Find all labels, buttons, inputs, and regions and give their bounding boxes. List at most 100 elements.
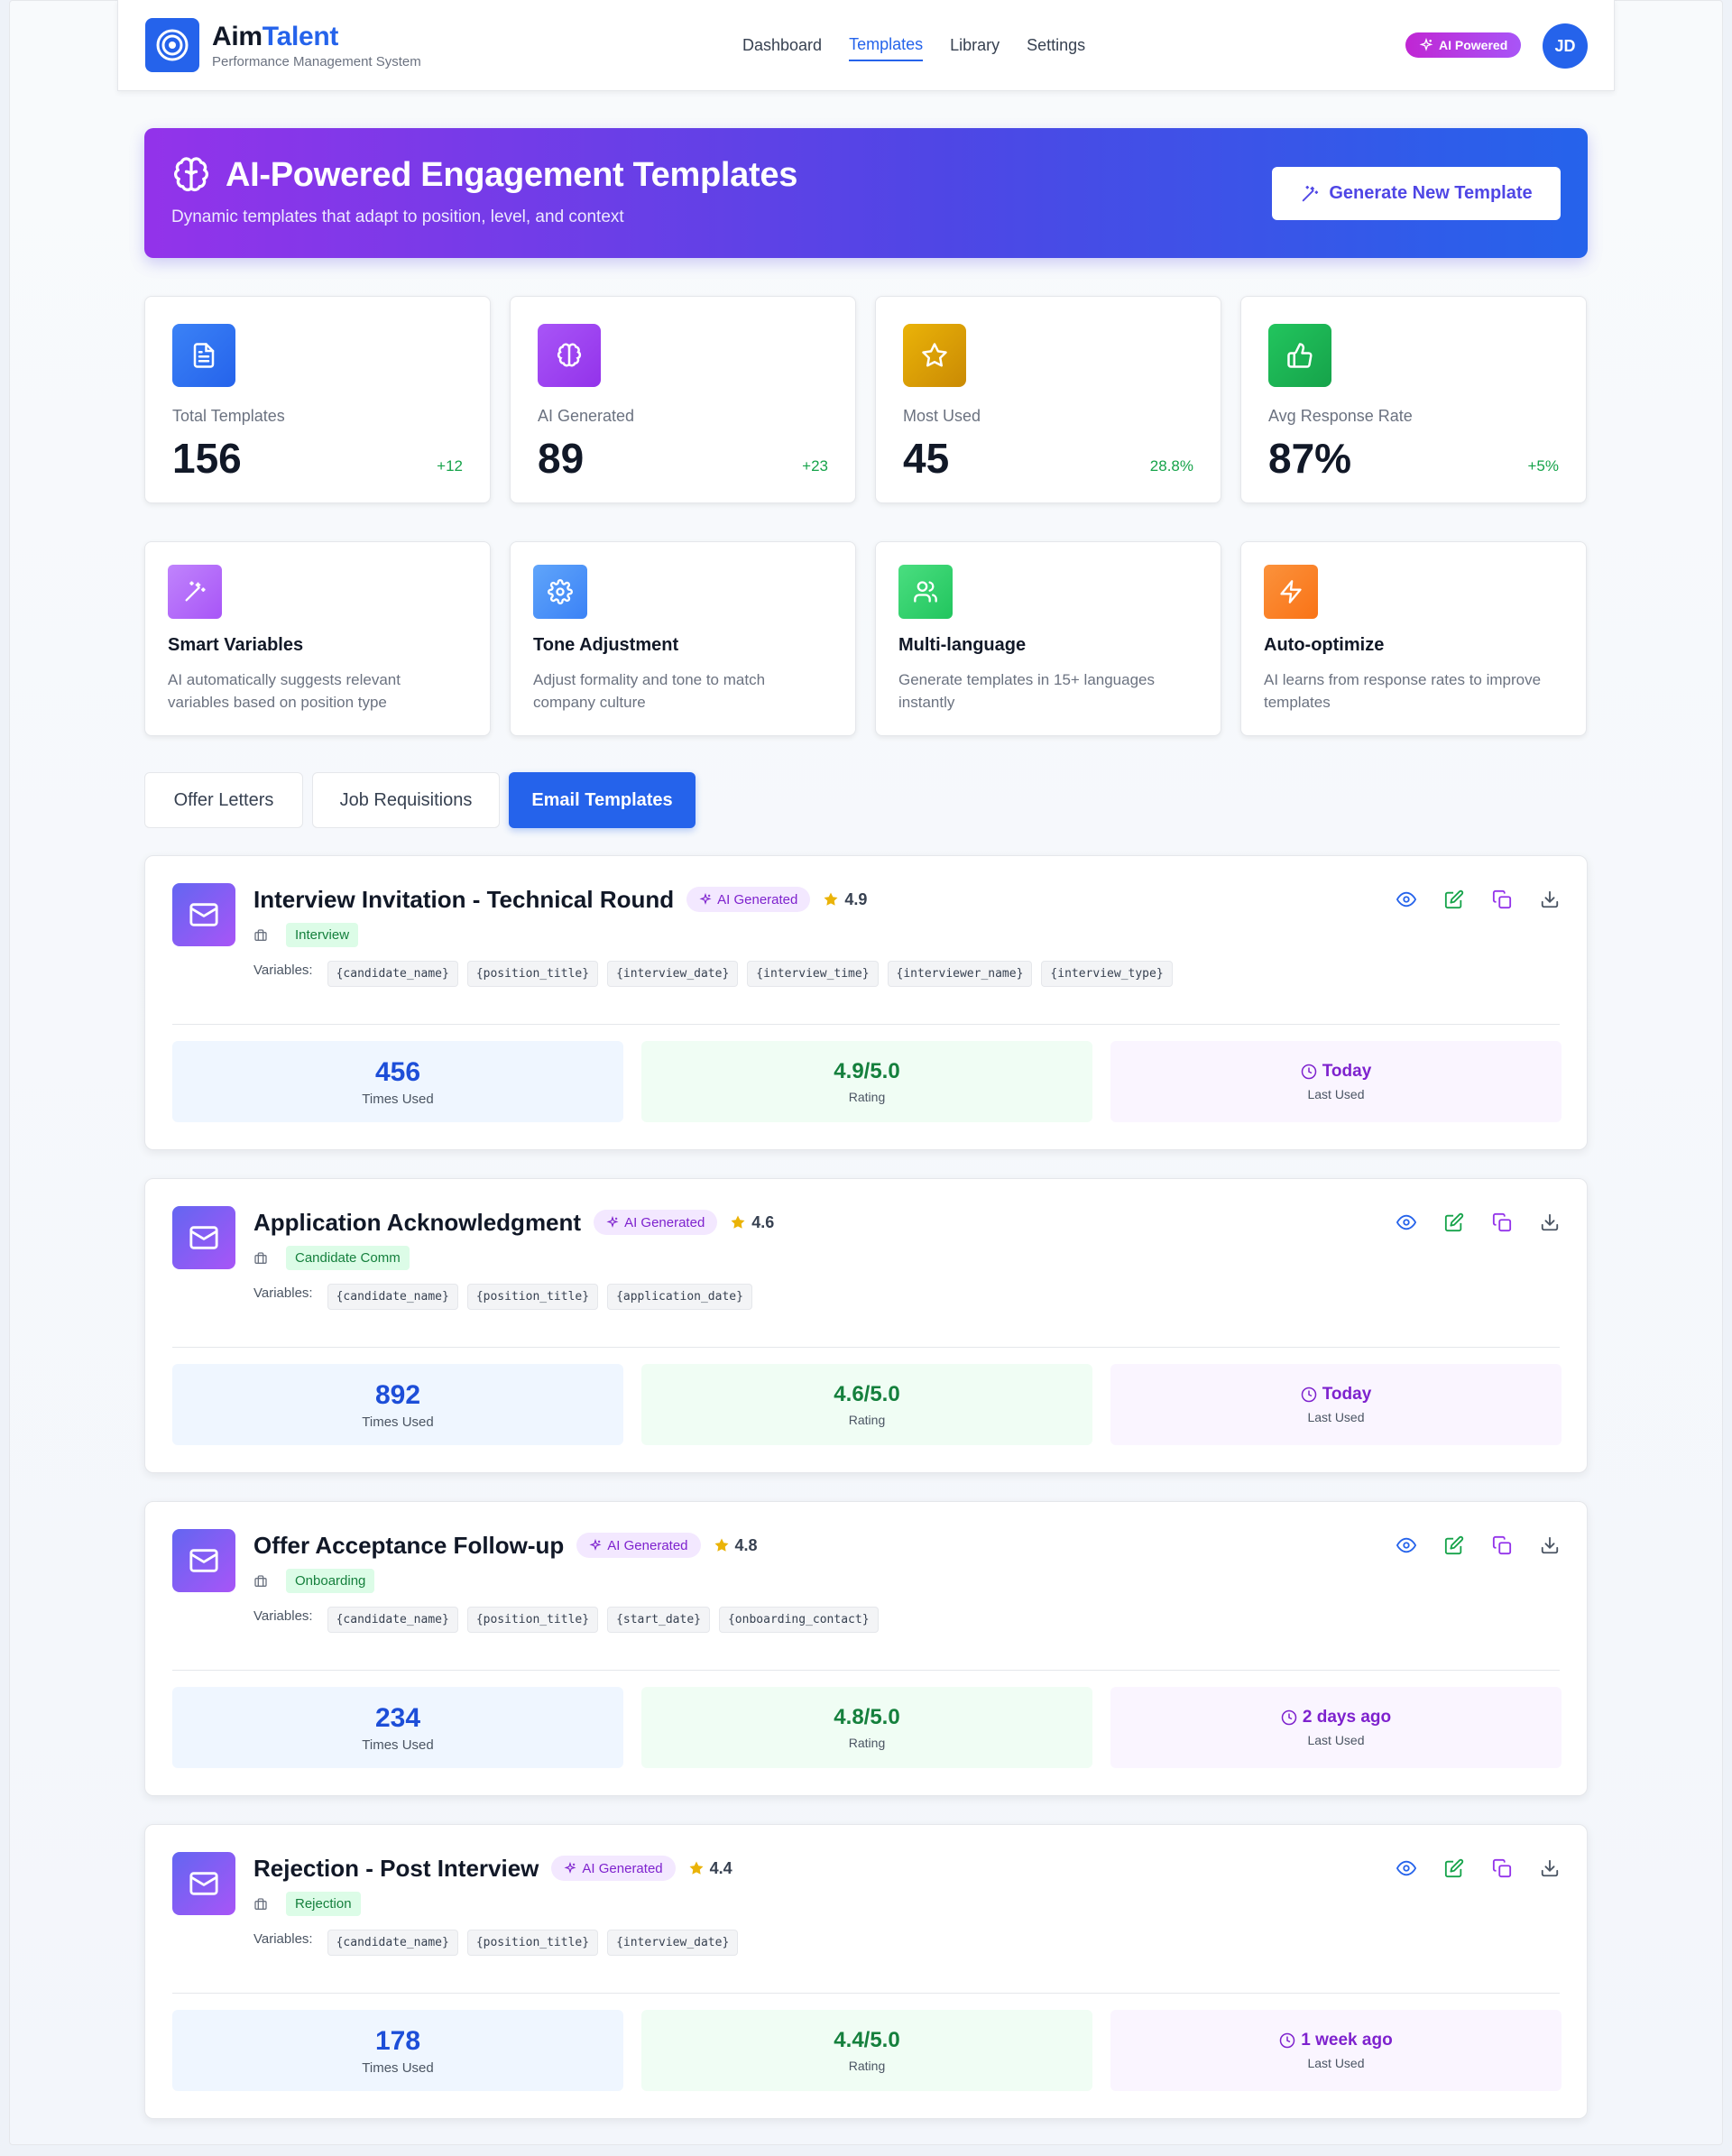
variable-chip: {position_title}: [466, 961, 599, 987]
feature-title: Auto-optimize: [1264, 635, 1385, 655]
download-icon[interactable]: [1539, 889, 1560, 909]
stat-card-total-templates: Total Templates 156 +12: [144, 296, 491, 503]
brand-subtitle: Performance Management System: [212, 53, 421, 69]
last-used-label: Last Used: [1307, 1733, 1365, 1747]
ai-generated-label: AI Generated: [624, 1214, 705, 1230]
feature-title: Multi-language: [898, 635, 1027, 655]
variables-label: Variables:: [253, 1608, 313, 1624]
template-variables: Variables: {candidate_name} {position_tit…: [253, 961, 1173, 987]
preview-eye-icon[interactable]: [1396, 889, 1416, 909]
times-used-label: Times Used: [362, 1091, 434, 1107]
nav-library[interactable]: Library: [950, 31, 1000, 60]
star-icon: [714, 1537, 730, 1553]
variable-chip: {position_title}: [466, 1930, 599, 1956]
template-variables: Variables: {candidate_name} {position_tit…: [253, 1930, 739, 1956]
divider: [172, 1993, 1560, 1994]
preview-eye-icon[interactable]: [1396, 1212, 1416, 1232]
stat-delta: +5%: [1527, 457, 1560, 475]
last-used-value: Today: [1301, 1062, 1372, 1082]
ai-powered-badge: AI Powered: [1405, 32, 1522, 58]
mail-icon: [172, 1852, 235, 1915]
ai-generated-label: AI Generated: [607, 1537, 688, 1553]
last-used-label: Last Used: [1307, 1087, 1365, 1101]
generate-template-button[interactable]: Generate New Template: [1272, 167, 1561, 220]
rating-label: Rating: [848, 2059, 886, 2073]
feature-card-multi-language: Multi-language Generate templates in 15+…: [875, 541, 1221, 736]
stat-delta: 28.8%: [1149, 457, 1193, 475]
times-used-value: 178: [374, 2025, 421, 2056]
template-header: Rejection - Post Interview AI Generated …: [253, 1852, 732, 1884]
feature-description: Adjust formality and tone to match compa…: [533, 671, 766, 711]
template-title[interactable]: Rejection - Post Interview: [253, 1855, 539, 1883]
sparkles-icon: [1419, 38, 1433, 51]
template-rating: 4.8: [714, 1536, 758, 1555]
template-header: Offer Acceptance Follow-up AI Generated …: [253, 1529, 758, 1562]
mail-icon: [172, 1529, 235, 1592]
last-used-text: Today: [1322, 1062, 1372, 1081]
brain-icon: [538, 324, 601, 387]
template-category: Rejection: [253, 1892, 361, 1916]
logo[interactable]: [145, 18, 199, 72]
edit-icon[interactable]: [1443, 1212, 1464, 1232]
copy-icon[interactable]: [1491, 1212, 1512, 1232]
template-title[interactable]: Interview Invitation - Technical Round: [253, 886, 674, 914]
template-actions: [1396, 889, 1560, 909]
magic-wand-icon: [168, 565, 222, 619]
feature-title: Tone Adjustment: [533, 635, 679, 655]
brand: AimTalent Performance Management System: [212, 22, 421, 69]
rating-value: 4.4: [709, 1858, 732, 1877]
user-avatar[interactable]: JD: [1543, 23, 1588, 69]
variable-chip: {candidate_name}: [327, 1930, 458, 1956]
stat-label: Total Templates: [172, 407, 285, 425]
metric-last-used: Today Last Used: [1110, 1364, 1562, 1445]
template-header: Interview Invitation - Technical Round A…: [253, 883, 867, 916]
tab-job-requisitions[interactable]: Job Requisitions: [312, 772, 500, 828]
ai-generated-badge: AI Generated: [551, 1856, 676, 1881]
sparkles-icon: [564, 1862, 576, 1875]
last-used-label: Last Used: [1307, 1410, 1365, 1424]
thumbs-up-icon: [1268, 324, 1331, 387]
stat-value: 156: [172, 435, 242, 482]
download-icon[interactable]: [1539, 1857, 1560, 1878]
rating-label: Rating: [848, 1736, 886, 1750]
stat-label: Avg Response Rate: [1268, 407, 1413, 425]
template-title[interactable]: Offer Acceptance Follow-up: [253, 1532, 564, 1560]
nav-templates[interactable]: Templates: [849, 30, 924, 61]
stat-card-response-rate: Avg Response Rate 87% +5%: [1240, 296, 1587, 503]
download-icon[interactable]: [1539, 1534, 1560, 1555]
stat-delta: +23: [802, 457, 828, 475]
magic-wand-icon: [1303, 185, 1319, 201]
rating-full-value: 4.4/5.0: [834, 2028, 900, 2052]
stat-value: 45: [903, 435, 950, 482]
last-used-value: Today: [1301, 1385, 1371, 1405]
template-category: Candidate Comm: [253, 1246, 410, 1270]
last-used-text: 1 week ago: [1301, 2031, 1393, 2050]
nav-dashboard[interactable]: Dashboard: [742, 31, 822, 60]
template-card: Application Acknowledgment AI Generated …: [144, 1178, 1588, 1473]
clock-icon: [1279, 2032, 1295, 2049]
template-title[interactable]: Application Acknowledgment: [253, 1209, 581, 1237]
stat-label: Most Used: [903, 407, 981, 425]
tab-email-templates[interactable]: Email Templates: [509, 772, 696, 828]
copy-icon[interactable]: [1491, 889, 1512, 909]
feature-description: Generate templates in 15+ languages inst…: [898, 671, 1156, 711]
clock-icon: [1281, 1709, 1297, 1726]
template-rating: 4.9: [823, 890, 867, 909]
tab-offer-letters[interactable]: Offer Letters: [144, 772, 303, 828]
edit-icon[interactable]: [1443, 889, 1464, 909]
edit-icon[interactable]: [1443, 1534, 1464, 1555]
download-icon[interactable]: [1539, 1212, 1560, 1232]
star-icon: [688, 1860, 705, 1876]
template-category: Interview: [253, 923, 359, 947]
sparkles-icon: [699, 893, 712, 906]
stat-card-most-used: Most Used 45 28.8%: [875, 296, 1221, 503]
edit-icon[interactable]: [1443, 1857, 1464, 1878]
preview-eye-icon[interactable]: [1396, 1534, 1416, 1555]
template-card: Interview Invitation - Technical Round A…: [144, 855, 1588, 1150]
variable-chip: {position_title}: [466, 1607, 599, 1633]
nav-settings[interactable]: Settings: [1027, 31, 1085, 60]
main-nav: Dashboard Templates Library Settings: [742, 0, 1112, 91]
copy-icon[interactable]: [1491, 1534, 1512, 1555]
preview-eye-icon[interactable]: [1396, 1857, 1416, 1878]
copy-icon[interactable]: [1491, 1857, 1512, 1878]
